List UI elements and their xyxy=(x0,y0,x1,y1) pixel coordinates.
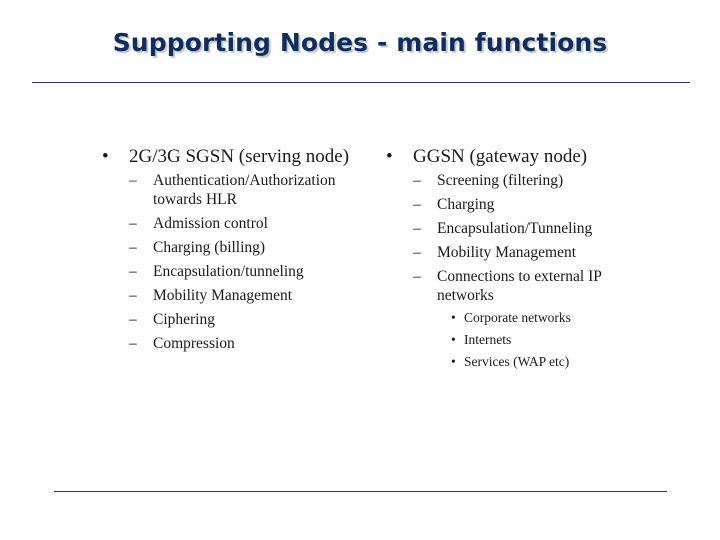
dash-icon: – xyxy=(129,239,137,256)
list-item: – Screening (filtering) xyxy=(413,172,564,189)
dash-icon: – xyxy=(413,244,421,261)
sub-list-item: • Corporate networks xyxy=(451,310,571,325)
bullet-icon: • xyxy=(451,332,456,347)
dash-icon: – xyxy=(129,215,137,232)
list-item: – Authentication/Authorization towards H… xyxy=(129,172,336,208)
dash-icon: – xyxy=(129,263,137,280)
bullet-icon: • xyxy=(102,146,109,167)
dash-icon: – xyxy=(129,335,137,352)
list-item: – Ciphering xyxy=(129,311,215,328)
slide-title: Supporting Nodes - main functions xyxy=(112,28,608,57)
list-item: – Charging (billing) xyxy=(129,239,266,256)
sgsn-functions-list: – Authentication/Authorization towards H… xyxy=(129,171,380,353)
dash-icon: – xyxy=(413,268,421,285)
bullet-icon: • xyxy=(451,354,456,369)
dash-icon: – xyxy=(413,196,421,213)
ggsn-column: • GGSN (gateway node) – Screening (filte… xyxy=(384,144,634,375)
sgsn-bullet: • 2G/3G SGSN (serving node) – Authentica… xyxy=(100,144,380,353)
ggsn-heading: GGSN (gateway node) xyxy=(413,146,588,167)
ggsn-functions-list: – Screening (filtering) – Charging – Enc… xyxy=(413,171,634,370)
list-item: – Encapsulation/tunneling xyxy=(129,263,304,280)
list-item: – Mobility Management xyxy=(413,244,577,261)
dash-icon: – xyxy=(413,172,421,189)
sgsn-column: • 2G/3G SGSN (serving node) – Authentica… xyxy=(100,144,380,358)
dash-icon: – xyxy=(129,172,137,189)
title-divider xyxy=(32,82,690,83)
list-item: – Mobility Management xyxy=(129,287,293,304)
sgsn-heading: 2G/3G SGSN (serving node) xyxy=(129,146,350,167)
bullet-icon: • xyxy=(386,146,393,167)
list-item: – Encapsulation/Tunneling xyxy=(413,220,593,237)
dash-icon: – xyxy=(129,311,137,328)
dash-icon: – xyxy=(129,287,137,304)
list-item: – Connections to external IP networks • … xyxy=(413,267,634,370)
sub-list-item: • Services (WAP etc) xyxy=(451,354,570,369)
list-item: – Admission control xyxy=(129,215,268,232)
sub-list-item: • Internets xyxy=(451,332,512,347)
dash-icon: – xyxy=(413,220,421,237)
external-networks-list: • Corporate networks • Internets • Servi… xyxy=(437,309,634,370)
footer-divider xyxy=(54,491,667,492)
bullet-icon: • xyxy=(451,310,456,325)
list-item: – Charging xyxy=(413,196,495,213)
list-item: – Compression xyxy=(129,335,235,352)
ggsn-bullet: • GGSN (gateway node) – Screening (filte… xyxy=(384,144,634,370)
